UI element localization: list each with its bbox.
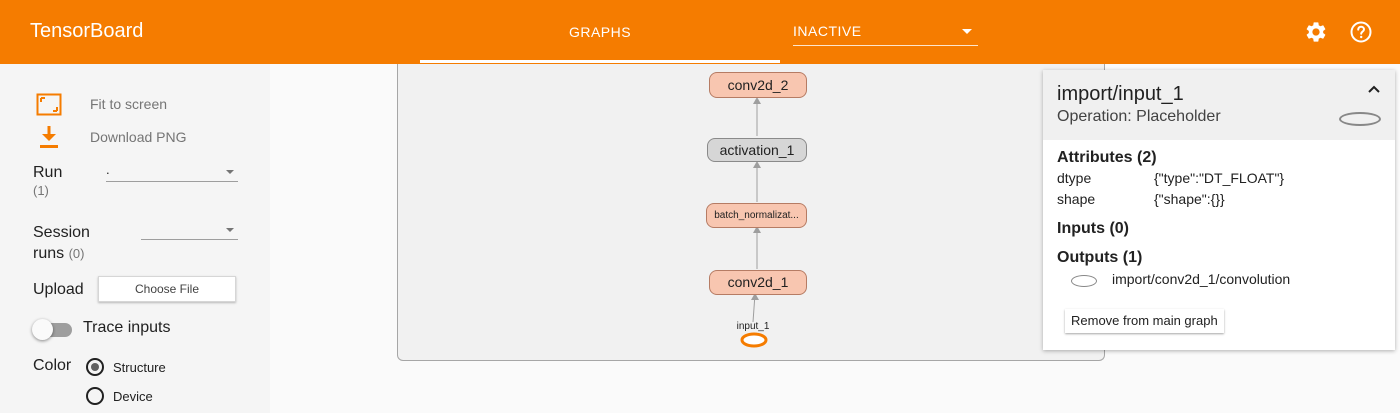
chevron-down-icon	[226, 228, 234, 232]
fit-to-screen-label: Fit to screen	[90, 96, 168, 112]
download-icon	[40, 126, 58, 148]
node-info-operation: Operation: Placeholder	[1057, 108, 1221, 125]
trace-inputs-label: Trace inputs	[83, 319, 171, 336]
fit-screen-icon	[36, 93, 62, 116]
attribute-key: shape	[1057, 191, 1096, 207]
tab-graphs[interactable]: GRAPHS	[420, 0, 780, 64]
session-runs-label: Session runs (0)	[33, 224, 90, 262]
remove-from-main-graph-button[interactable]: Remove from main graph	[1065, 309, 1224, 333]
graph-node-conv2d-2[interactable]: conv2d_2	[709, 72, 807, 98]
attribute-value: {"shape":{}}	[1154, 191, 1225, 207]
help-icon	[1350, 21, 1372, 43]
graph-canvas[interactable]: conv2d_2 activation_1 batch_normalizat..…	[397, 64, 1105, 361]
placeholder-oval-icon	[1339, 112, 1381, 126]
session-runs-count: (0)	[68, 246, 85, 261]
run-label: Run (1)	[33, 164, 63, 198]
trace-inputs-toggle[interactable]	[32, 319, 74, 340]
graph-node-conv2d-1[interactable]: conv2d_1	[709, 270, 807, 295]
run-dropdown[interactable]: .	[106, 162, 238, 182]
chevron-up-icon[interactable]	[1367, 84, 1381, 94]
toggle-knob	[32, 319, 53, 340]
top-bar: TensorBoard GRAPHS INACTIVE	[0, 0, 1400, 64]
graph-node-batch-normalization[interactable]: batch_normalizat...	[706, 203, 807, 228]
color-structure-radio[interactable]	[86, 358, 104, 376]
run-dropdown-value: .	[106, 162, 110, 177]
node-info-card: import/input_1 Operation: Placeholder At…	[1043, 70, 1395, 350]
outputs-title: Outputs (1)	[1057, 249, 1143, 266]
fit-to-screen-button[interactable]: Fit to screen	[34, 92, 254, 118]
attribute-value: {"type":"DT_FLOAT"}	[1154, 170, 1285, 186]
color-device-label: Device	[113, 389, 153, 404]
help-button[interactable]	[1349, 20, 1373, 44]
chevron-down-icon	[226, 170, 234, 174]
node-info-header: import/input_1 Operation: Placeholder	[1043, 70, 1395, 140]
attribute-key: dtype	[1057, 170, 1092, 186]
input-node-oval[interactable]	[740, 332, 768, 348]
graph-node-input-1-label[interactable]: input_1	[728, 321, 778, 332]
node-info-title: import/input_1	[1057, 83, 1184, 105]
color-label: Color	[33, 357, 72, 374]
color-structure-label: Structure	[113, 360, 166, 375]
upload-label: Upload	[33, 281, 84, 298]
session-runs-dropdown[interactable]	[141, 222, 238, 240]
choose-file-button[interactable]: Choose File	[98, 276, 236, 302]
download-png-label: Download PNG	[90, 129, 187, 145]
inputs-title: Inputs (0)	[1057, 220, 1129, 237]
run-count: (1)	[33, 183, 49, 198]
graph-node-activation-1[interactable]: activation_1	[707, 138, 807, 162]
app-title: TensorBoard	[30, 20, 144, 42]
chevron-down-icon	[962, 29, 972, 34]
attributes-title: Attributes (2)	[1057, 149, 1157, 166]
output-node-link[interactable]: import/conv2d_1/convolution	[1112, 271, 1290, 287]
settings-button[interactable]	[1304, 20, 1328, 44]
inactive-dropdown[interactable]: INACTIVE	[793, 20, 978, 46]
active-tab-indicator	[420, 60, 780, 63]
gear-icon	[1306, 22, 1326, 42]
inactive-dropdown-label: INACTIVE	[793, 23, 862, 39]
color-device-radio[interactable]	[86, 387, 104, 405]
output-oval-icon	[1071, 275, 1097, 287]
download-png-button[interactable]: Download PNG	[34, 125, 254, 151]
